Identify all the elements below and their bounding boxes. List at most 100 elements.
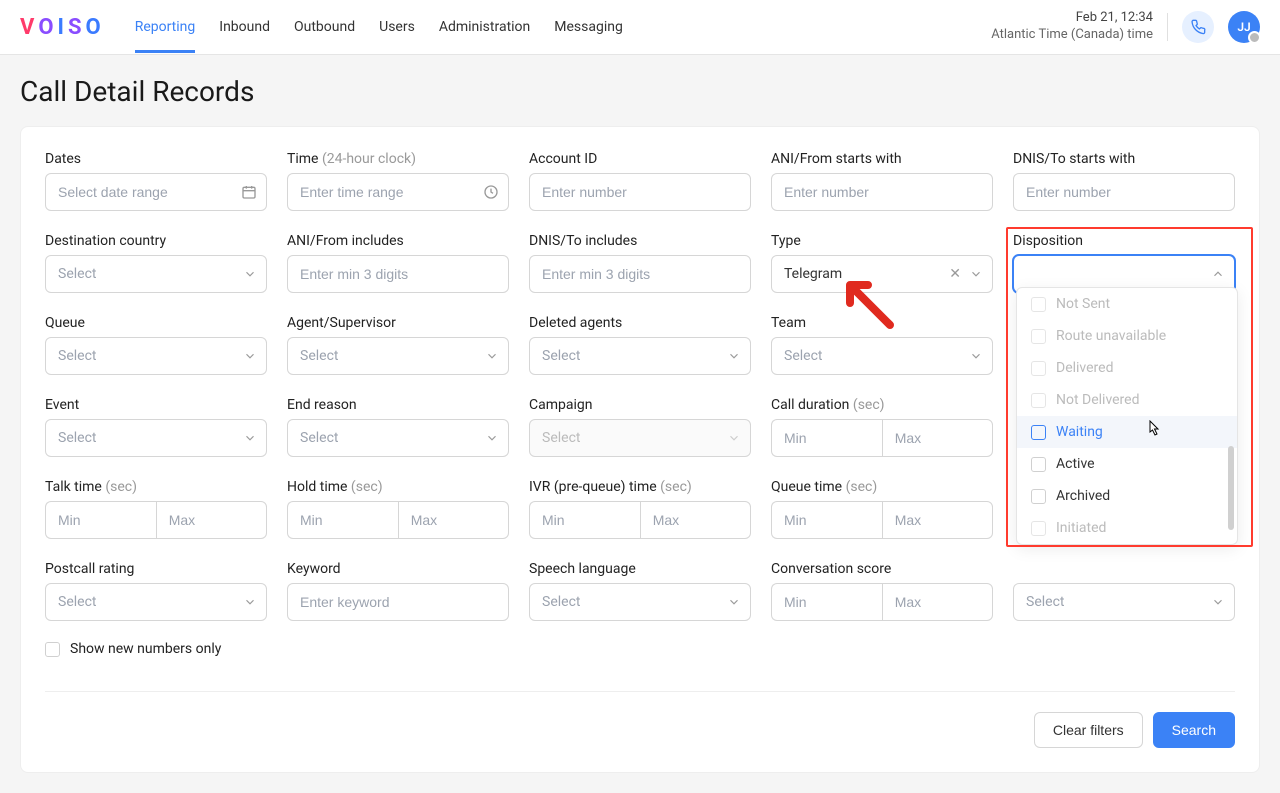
option-label: Not Sent [1056,296,1110,312]
option-label: Active [1056,456,1095,472]
conv-score-max[interactable] [882,583,993,621]
ani-from-incl-input[interactable] [287,255,509,293]
disposition-label: Disposition [1013,233,1235,249]
time-input[interactable] [287,173,509,211]
talk-time-label: Talk time (sec) [45,479,267,495]
agent-label: Agent/Supervisor [287,315,509,331]
keyword-label: Keyword [287,561,509,577]
account-id-label: Account ID [529,151,751,167]
option-label: Waiting [1056,424,1103,440]
nav-users[interactable]: Users [379,1,415,53]
ani-from-starts-label: ANI/From starts with [771,151,993,167]
queue-time-max[interactable] [882,501,993,539]
dates-input[interactable] [45,173,267,211]
option-label: Delivered [1056,360,1113,376]
ivr-time-min[interactable] [529,501,640,539]
ivr-time-label: IVR (pre-queue) time (sec) [529,479,751,495]
avatar[interactable]: JJ [1228,11,1260,43]
end-reason-label: End reason [287,397,509,413]
checkbox-icon [1031,393,1046,408]
extra-select[interactable]: Select [1013,583,1235,621]
nav-messaging[interactable]: Messaging [554,1,623,53]
dnis-to-starts-input[interactable] [1013,173,1235,211]
scrollbar[interactable] [1228,446,1234,530]
checkbox-icon [1031,361,1046,376]
ani-from-incl-label: ANI/From includes [287,233,509,249]
option-label: Initiated [1056,520,1106,536]
disposition-option: Route unavailable [1017,320,1237,352]
clear-filters-button[interactable]: Clear filters [1034,712,1143,748]
agent-select[interactable]: Select [287,337,509,375]
checkbox-icon [1031,457,1046,472]
call-duration-max[interactable] [882,419,993,457]
hold-time-min[interactable] [287,501,398,539]
postcall-label: Postcall rating [45,561,267,577]
disposition-option[interactable]: Archived [1017,480,1237,512]
disposition-option: Delivered [1017,352,1237,384]
dnis-to-incl-label: DNIS/To includes [529,233,751,249]
checkbox-icon [1031,297,1046,312]
queue-time-label: Queue time (sec) [771,479,993,495]
type-clear-icon[interactable]: ✕ [949,266,961,282]
type-label: Type [771,233,993,249]
deleted-agents-select[interactable]: Select [529,337,751,375]
keyword-input[interactable] [287,583,509,621]
option-label: Route unavailable [1056,328,1166,344]
show-new-numbers-checkbox[interactable] [45,642,60,657]
call-duration-min[interactable] [771,419,882,457]
nav-administration[interactable]: Administration [439,1,530,53]
queue-select[interactable]: Select [45,337,267,375]
postcall-select[interactable]: Select [45,583,267,621]
call-duration-label: Call duration (sec) [771,397,993,413]
queue-label: Queue [45,315,267,331]
checkbox-icon [1031,489,1046,504]
header-datetime: Feb 21, 12:34 Atlantic Time (Canada) tim… [991,10,1153,44]
checkbox-icon [1031,329,1046,344]
nav-reporting[interactable]: Reporting [135,1,196,53]
disposition-option[interactable]: Waiting [1017,416,1237,448]
event-select[interactable]: Select [45,419,267,457]
disposition-option: Not Sent [1017,288,1237,320]
speech-lang-select[interactable]: Select [529,583,751,621]
team-select[interactable]: Select [771,337,993,375]
disposition-option[interactable]: Active [1017,448,1237,480]
logo: VOISO [20,15,105,40]
queue-time-min[interactable] [771,501,882,539]
annotation-arrow [840,275,900,335]
cursor-icon [1144,420,1162,440]
conv-score-min[interactable] [771,583,882,621]
account-id-input[interactable] [529,173,751,211]
dnis-to-starts-label: DNIS/To starts with [1013,151,1235,167]
disposition-option: Initiated [1017,512,1237,544]
hold-time-max[interactable] [398,501,509,539]
disposition-option: Not Delivered [1017,384,1237,416]
search-button[interactable]: Search [1153,712,1235,748]
main-nav: Reporting Inbound Outbound Users Adminis… [135,1,623,53]
dnis-to-incl-input[interactable] [529,255,751,293]
option-label: Not Delivered [1056,392,1140,408]
campaign-label: Campaign [529,397,751,413]
hold-time-label: Hold time (sec) [287,479,509,495]
phone-icon[interactable] [1182,11,1214,43]
nav-inbound[interactable]: Inbound [219,1,270,53]
talk-time-max[interactable] [156,501,267,539]
option-label: Archived [1056,488,1110,504]
page-title: Call Detail Records [20,75,1260,108]
dates-label: Dates [45,151,267,167]
ivr-time-max[interactable] [640,501,751,539]
campaign-select[interactable]: Select [529,419,751,457]
dest-country-label: Destination country [45,233,267,249]
end-reason-select[interactable]: Select [287,419,509,457]
talk-time-min[interactable] [45,501,156,539]
dest-country-select[interactable]: Select [45,255,267,293]
show-new-numbers-label: Show new numbers only [70,641,221,657]
conv-score-label: Conversation score [771,561,993,577]
disposition-dropdown[interactable]: Not Sent Route unavailable Delivered Not De… [1016,287,1238,545]
ani-from-starts-input[interactable] [771,173,993,211]
speech-lang-label: Speech language [529,561,751,577]
time-label: Time (24-hour clock) [287,151,509,167]
checkbox-icon [1031,521,1046,536]
nav-outbound[interactable]: Outbound [294,1,355,53]
event-label: Event [45,397,267,413]
deleted-agents-label: Deleted agents [529,315,751,331]
